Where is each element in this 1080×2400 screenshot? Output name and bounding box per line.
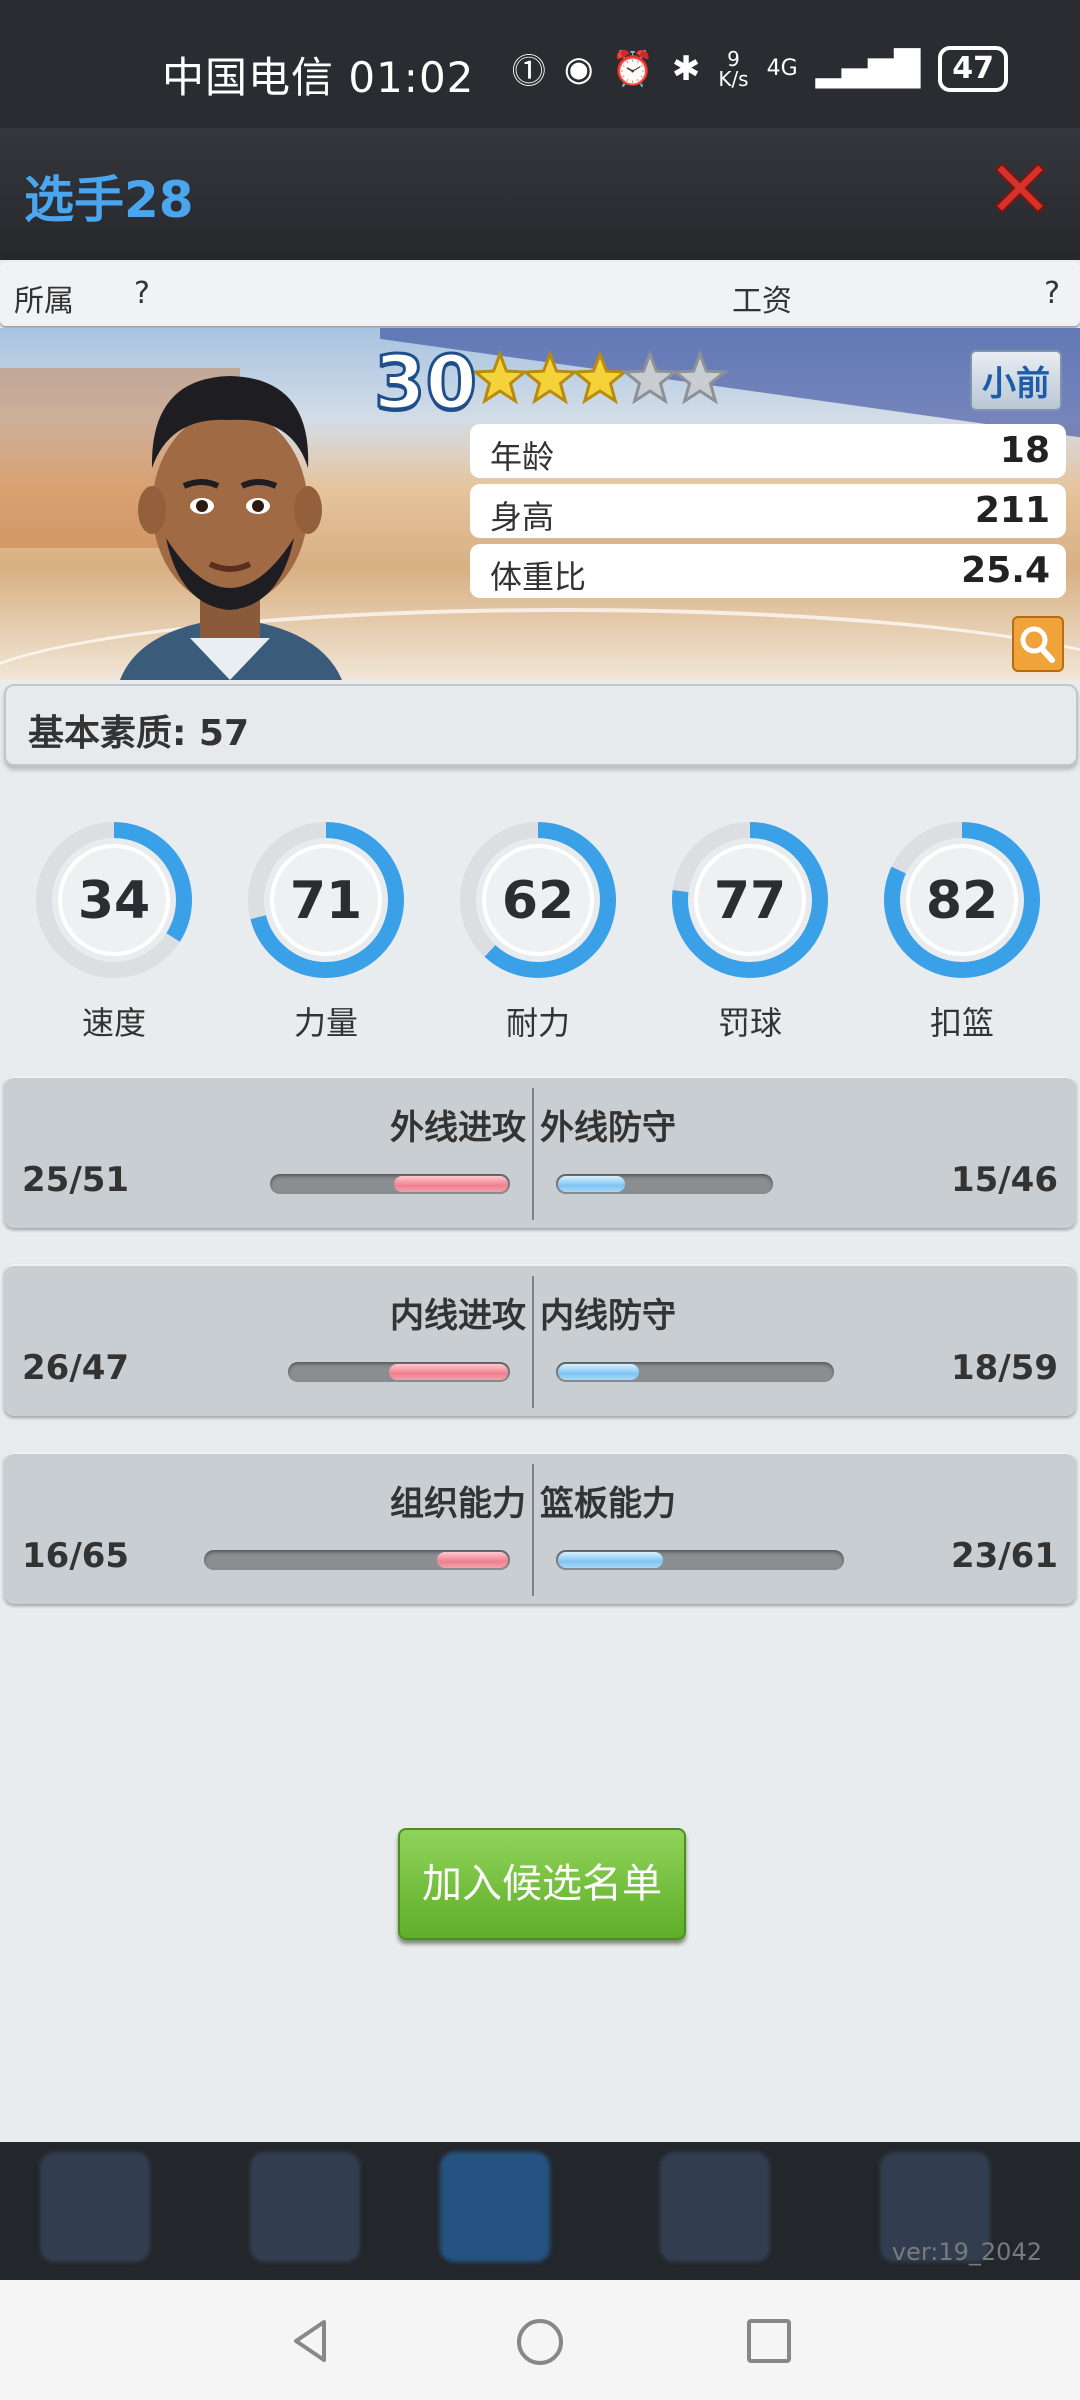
- close-icon[interactable]: [988, 156, 1052, 220]
- ring-value: 34: [78, 871, 150, 931]
- left-skill-value: 26/47: [22, 1348, 130, 1388]
- attribute-ring: 71: [246, 810, 406, 990]
- weight-ratio-row: 体重比 25.4: [470, 544, 1066, 598]
- magnifier-icon: [1020, 626, 1055, 663]
- team-label: 所属: [14, 284, 74, 319]
- age-value: 18: [999, 430, 1050, 471]
- weight-ratio-label: 体重比: [490, 558, 587, 596]
- left-skill-label: 内线进攻: [390, 1296, 526, 1336]
- skill-panel: 内线进攻 内线防守 26/47 18/59: [4, 1264, 1076, 1416]
- dock-shop-icon: [660, 2152, 770, 2262]
- dock-salary-icon: [250, 2152, 360, 2262]
- left-skill-track: [288, 1362, 510, 1382]
- panel-divider: [532, 1276, 534, 1408]
- star-rating: [474, 349, 729, 405]
- left-skill-value: 16/65: [22, 1536, 130, 1576]
- panel-divider: [532, 1464, 534, 1596]
- attribute-label: 耐力: [505, 1004, 570, 1042]
- attribute-label: 扣篮: [929, 1004, 994, 1042]
- dock-draft-icon: [440, 2152, 550, 2262]
- left-skill-track: [204, 1550, 510, 1570]
- team-value: ?: [134, 276, 150, 311]
- star-filled-icon: [571, 349, 629, 405]
- height-label: 身高: [490, 498, 555, 536]
- left-skill-fill: [437, 1552, 508, 1568]
- back-icon[interactable]: [286, 2316, 336, 2366]
- battery-indicator: 47: [938, 45, 1008, 92]
- recents-icon[interactable]: [744, 2316, 794, 2366]
- attribute-label: 罚球: [717, 1004, 782, 1042]
- right-skill-track: [556, 1362, 834, 1382]
- right-skill-track: [556, 1174, 773, 1194]
- skill-panel: 外线进攻 外线防守 25/51 15/46: [4, 1076, 1076, 1228]
- right-skill-fill: [558, 1176, 625, 1192]
- salary-label: 工资: [732, 284, 792, 319]
- network-type: 4G: [766, 56, 798, 81]
- star-empty-icon: [671, 349, 729, 405]
- dock-star-icon: [40, 2152, 150, 2262]
- game-bottom-dock: ver:19_2042: [0, 2142, 1080, 2280]
- age-row: 年龄 18: [470, 424, 1066, 478]
- net-speed: 9 K/s: [718, 46, 749, 91]
- position-badge: 小前: [970, 350, 1062, 411]
- player-level: 30: [373, 339, 479, 428]
- weight-ratio-value: 25.4: [961, 550, 1050, 591]
- eye-icon: ◉: [563, 48, 594, 89]
- left-skill-track: [270, 1174, 510, 1194]
- age-label: 年龄: [490, 438, 555, 476]
- page-title: 选手28: [24, 171, 194, 229]
- right-skill-label: 外线防守: [540, 1108, 676, 1148]
- attribute-ring: 62: [458, 810, 618, 990]
- home-icon[interactable]: [514, 2316, 566, 2368]
- left-skill-label: 组织能力: [390, 1484, 526, 1524]
- base-quality-text: 基本素质: 57: [28, 713, 250, 754]
- left-skill-value: 25/51: [22, 1160, 130, 1200]
- search-button[interactable]: [1012, 616, 1064, 672]
- attribute-ring: 77: [670, 810, 830, 990]
- version-label: ver:19_2042: [891, 2238, 1042, 2266]
- right-skill-value: 15/46: [950, 1160, 1058, 1200]
- right-skill-fill: [558, 1552, 663, 1568]
- ring-value: 71: [290, 871, 362, 931]
- star-filled-icon: [521, 349, 579, 405]
- attribute-label: 力量: [293, 1004, 358, 1042]
- right-skill-fill: [558, 1364, 639, 1380]
- star-empty-icon: [621, 349, 679, 405]
- bluetooth-icon: ✱: [671, 48, 701, 89]
- height-value: 211: [974, 490, 1050, 531]
- system-nav-bar: [0, 2280, 1080, 2400]
- left-skill-fill: [389, 1364, 508, 1380]
- base-quality-bar: 基本素质: 57: [4, 684, 1078, 766]
- right-skill-value: 18/59: [950, 1348, 1058, 1388]
- status-icons: ⓵ ◉ ⏰ ✱ 9 K/s 4G ▂▄▆█ 47: [512, 44, 1008, 93]
- ring-value: 77: [714, 871, 786, 931]
- left-skill-fill: [394, 1176, 508, 1192]
- panel-divider: [532, 1088, 534, 1220]
- status-bar: 中国电信 01:02 ⓵ ◉ ⏰ ✱ 9 K/s 4G ▂▄▆█ 47: [0, 0, 1080, 128]
- star-filled-icon: [474, 349, 529, 405]
- right-skill-value: 23/61: [950, 1536, 1058, 1576]
- add-to-shortlist-button[interactable]: 加入候选名单: [398, 1828, 686, 1940]
- attribute-ring: 82: [882, 810, 1042, 990]
- ring-value: 82: [926, 871, 998, 931]
- right-skill-track: [556, 1550, 844, 1570]
- attribute-label: 速度: [81, 1004, 146, 1042]
- hd-call-icon: ⓵: [511, 52, 546, 92]
- right-skill-label: 篮板能力: [540, 1484, 676, 1524]
- attribute-ring: 34: [34, 810, 194, 990]
- carrier-time: 中国电信 01:02: [162, 53, 475, 102]
- right-skill-label: 内线防守: [540, 1296, 676, 1336]
- salary-value: ?: [1044, 276, 1060, 311]
- dialog-header: 选手28: [0, 128, 1080, 260]
- team-salary-bar: 所属 ? 工资 ?: [0, 262, 1080, 326]
- alarm-icon: ⏰: [611, 48, 654, 89]
- skill-panel: 组织能力 篮板能力 16/65 23/61: [4, 1452, 1076, 1604]
- height-row: 身高 211: [470, 484, 1066, 538]
- player-avatar: [120, 376, 342, 680]
- signal-icon: ▂▄▆█: [815, 48, 921, 89]
- ring-value: 62: [502, 871, 574, 931]
- left-skill-label: 外线进攻: [390, 1108, 526, 1148]
